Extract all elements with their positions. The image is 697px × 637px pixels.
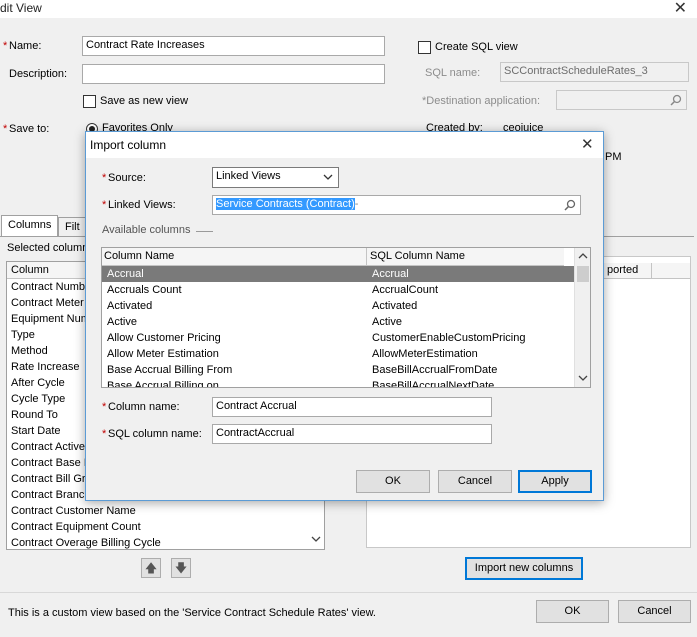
linked-views-input[interactable]: Service Contracts (Contract)-	[212, 195, 581, 215]
column-name-label: Column name:	[108, 401, 180, 413]
grid-header-sql-column-name[interactable]: SQL Column Name	[370, 250, 465, 262]
dialog-apply-button[interactable]: Apply	[518, 470, 592, 493]
imported-header: ported	[607, 264, 639, 276]
footer-note: This is a custom view based on the 'Serv…	[8, 607, 376, 619]
column-name-cell: Allow Meter Estimation	[107, 348, 219, 360]
save-to-label: Save to:	[9, 123, 50, 135]
column-name-cell: Base Accrual Billing on	[107, 380, 219, 388]
dialog-titlebar: Import column ✕	[86, 132, 603, 158]
move-up-button[interactable]: 🡅	[141, 558, 161, 578]
window-close-icon[interactable]: ✕	[674, 0, 687, 18]
create-sql-label: Create SQL view	[435, 41, 518, 53]
linked-views-label: Linked Views:	[108, 199, 176, 211]
tab-columns[interactable]: Columns	[1, 215, 59, 237]
section-divider	[196, 231, 213, 232]
sql-name-input[interactable]: SCContractScheduleRates_3	[500, 62, 689, 82]
name-label: Name:	[9, 40, 42, 52]
required-marker: *	[102, 199, 107, 211]
grid-row[interactable]: Base Accrual Billing on BaseBillAccrualNe…	[102, 378, 574, 388]
grid-row[interactable]: Allow Meter Estimation AllowMeterEstimati…	[102, 346, 574, 362]
sql-name-cell: BaseBillAccrualNextDate	[372, 380, 495, 388]
grid-row[interactable]: Active Active	[102, 314, 574, 330]
column-name-cell: Accrual	[107, 268, 144, 280]
save-as-new-label: Save as new view	[100, 95, 189, 107]
dialog-title: Import column	[90, 138, 167, 152]
header-divider	[366, 248, 367, 265]
column-name-cell: Activated	[107, 300, 153, 312]
dialog-cancel-button[interactable]: Cancel	[438, 470, 512, 493]
list-item[interactable]: Contract Equipment Count	[7, 519, 324, 535]
required-marker: *	[3, 123, 8, 135]
create-sql-checkbox[interactable]	[418, 41, 431, 54]
destination-application-input[interactable]	[556, 90, 687, 110]
search-icon[interactable]	[564, 199, 576, 211]
move-down-button[interactable]: 🡇	[171, 558, 191, 578]
scroll-up-icon[interactable]	[578, 252, 588, 259]
search-icon[interactable]	[670, 94, 682, 106]
grid-scrollbar[interactable]	[574, 248, 590, 387]
grid-row[interactable]: Activated Activated	[102, 298, 574, 314]
sql-name-cell: BaseBillAccrualFromDate	[372, 364, 498, 376]
tab-filters-label: Filt	[65, 221, 80, 233]
created-time-text: PM	[605, 151, 622, 163]
move-up-icon: 🡅	[144, 561, 158, 575]
move-down-icon: 🡇	[174, 561, 188, 575]
grid-row[interactable]: Base Accrual Billing From BaseBillAccrual…	[102, 362, 574, 378]
scroll-down-icon[interactable]	[578, 375, 588, 382]
footer-divider	[0, 592, 697, 593]
list-item[interactable]: Contract Overage Billing Cycle	[7, 535, 324, 549]
grid-header-column-name[interactable]: Column Name	[104, 250, 174, 262]
dialog-ok-button[interactable]: OK	[356, 470, 430, 493]
available-columns-label: Available columns	[102, 224, 191, 236]
grid-body: Accrual Accrual Accruals Count AccrualCoun…	[102, 266, 574, 388]
grid-row[interactable]: Accrual Accrual	[102, 266, 574, 282]
available-columns-grid[interactable]: Column Name SQL Column Name Accrual Accru…	[101, 247, 591, 388]
import-column-dialog: Import column ✕ * Source: Linked Views *…	[85, 131, 604, 501]
header-divider	[651, 263, 652, 279]
selected-columns-label: Selected column	[7, 242, 89, 254]
grid-row[interactable]: Accruals Count AccrualCount	[102, 282, 574, 298]
sql-column-name-label: SQL column name:	[108, 428, 202, 440]
scrollbar-thumb[interactable]	[577, 266, 589, 282]
column-name-cell: Active	[107, 316, 137, 328]
source-select[interactable]: Linked Views	[212, 167, 339, 188]
sql-name-cell: AllowMeterEstimation	[372, 348, 478, 360]
tab-filters[interactable]: Filt	[58, 217, 88, 237]
sql-name-label: SQL name:	[425, 67, 481, 79]
sql-name-cell: Activated	[372, 300, 418, 312]
cancel-button[interactable]: Cancel	[618, 600, 691, 623]
window-titlebar: dit View ✕	[0, 0, 697, 18]
required-marker: *	[102, 172, 107, 184]
save-as-new-checkbox[interactable]	[83, 95, 96, 108]
required-marker: *	[102, 401, 107, 413]
sql-name-cell: AccrualCount	[372, 284, 439, 296]
source-label: Source:	[108, 172, 146, 184]
destination-application-label: *Destination application:	[422, 95, 541, 107]
window-title: dit View	[0, 1, 42, 15]
sql-column-name-input[interactable]: ContractAccrual	[212, 424, 492, 444]
description-label: Description:	[9, 68, 68, 80]
grid-header: Column Name SQL Column Name	[102, 248, 564, 266]
column-name-input[interactable]: Contract Accrual	[212, 397, 492, 417]
column-name-cell: Accruals Count	[107, 284, 182, 296]
tab-columns-label: Columns	[8, 219, 52, 231]
required-marker: *	[102, 428, 107, 440]
dialog-close-icon[interactable]: ✕	[581, 135, 594, 153]
scroll-down-icon[interactable]	[311, 535, 321, 543]
sql-name-cell: Active	[372, 316, 402, 328]
source-select-value: Linked Views	[216, 170, 281, 182]
grid-row[interactable]: Allow Customer Pricing CustomerEnableCust…	[102, 330, 574, 346]
list-item[interactable]: Contract Customer Name	[7, 503, 324, 519]
description-input[interactable]	[82, 64, 385, 84]
sql-name-cell: Accrual	[372, 268, 409, 280]
required-marker: *	[3, 40, 8, 52]
linked-views-value: Service Contracts (Contract)	[216, 198, 355, 210]
sql-name-cell: CustomerEnableCustomPricing	[372, 332, 526, 344]
column-name-cell: Allow Customer Pricing	[107, 332, 221, 344]
column-name-cell: Base Accrual Billing From	[107, 364, 233, 376]
chevron-down-icon	[323, 174, 333, 180]
name-input[interactable]: Contract Rate Increases	[82, 36, 385, 56]
ok-button[interactable]: OK	[536, 600, 609, 623]
import-new-columns-button[interactable]: Import new columns	[465, 557, 583, 580]
